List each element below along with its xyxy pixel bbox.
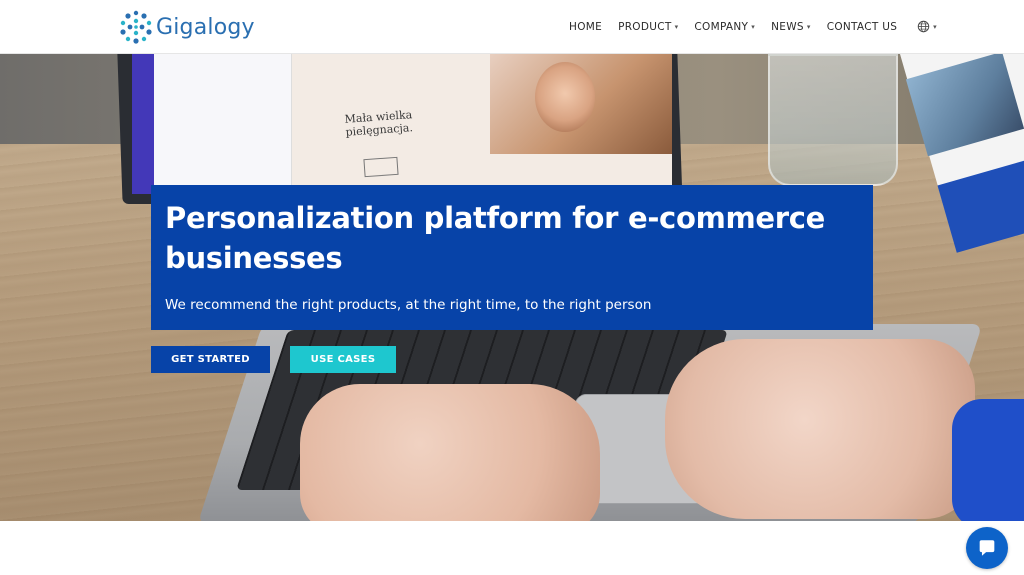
nav-home-label: HOME: [569, 20, 603, 33]
hero-subtitle: We recommend the right products, at the …: [165, 297, 652, 313]
globe-icon: [917, 20, 930, 33]
right-hand-image: [665, 339, 975, 519]
nav-home[interactable]: HOME: [569, 21, 602, 33]
chat-widget-button[interactable]: [966, 527, 1008, 569]
use-cases-button[interactable]: USE CASES: [290, 346, 396, 373]
laptop-display-model: [535, 62, 595, 132]
language-selector[interactable]: ▾: [917, 20, 937, 33]
water-glass-image: [768, 54, 898, 186]
nav-contact-label: CONTACT US: [826, 20, 898, 33]
page-content-below-hero: [0, 521, 1024, 575]
nav-news-label: NEWS: [771, 20, 804, 33]
nav-product[interactable]: PRODUCT ▾: [618, 21, 678, 33]
logo-text: Gigalogy: [156, 14, 255, 40]
chevron-down-icon: ▾: [806, 22, 811, 31]
nav-company-label: COMPANY: [694, 20, 749, 33]
nav-company[interactable]: COMPANY ▾: [694, 21, 755, 33]
left-hand-image: [300, 384, 600, 521]
get-started-button[interactable]: GET STARTED: [151, 346, 270, 373]
nav-contact-us[interactable]: CONTACT US: [827, 21, 897, 33]
blue-sleeve-image: [952, 399, 1024, 521]
laptop-display-sidebar: [132, 54, 292, 194]
nav-news[interactable]: NEWS ▾: [771, 21, 811, 33]
chevron-down-icon: ▾: [751, 22, 756, 31]
nav-product-label: PRODUCT: [618, 20, 672, 33]
logo[interactable]: Gigalogy: [118, 7, 255, 47]
top-navbar: Gigalogy HOME PRODUCT ▾ COMPANY ▾ NEWS ▾…: [0, 0, 1024, 54]
laptop-display-button: [363, 156, 399, 178]
chevron-down-icon: ▾: [933, 22, 937, 31]
hero-title: Personalization platform for e-commerce …: [165, 201, 826, 275]
logo-dots-icon: [120, 10, 152, 44]
main-nav: HOME PRODUCT ▾ COMPANY ▾ NEWS ▾ CONTACT …: [569, 20, 953, 33]
chat-bubble-icon: [979, 540, 995, 556]
chevron-down-icon: ▾: [674, 22, 679, 31]
